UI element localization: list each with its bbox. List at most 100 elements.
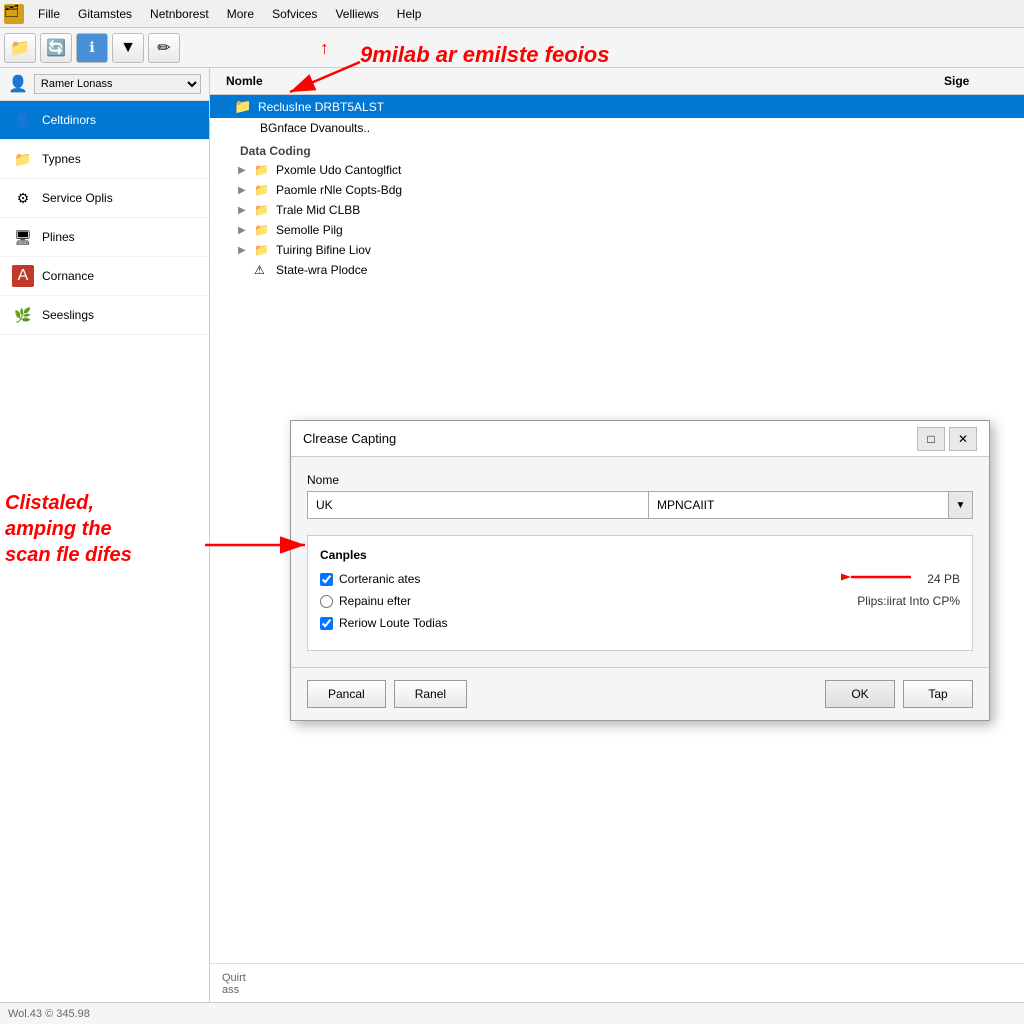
tree-item-1[interactable]: ▶ 📁 Paomle rNle Copts-Bdg bbox=[210, 180, 1024, 200]
seeslings-icon: 🌿 bbox=[12, 304, 34, 326]
menu-more[interactable]: More bbox=[219, 3, 262, 25]
tree-item-2[interactable]: ▶ 📁 Trale Mid CLBB bbox=[210, 200, 1024, 220]
canples-row-1: Repainu efter Plips:iirat Into CP% bbox=[320, 594, 960, 608]
canples-label-0[interactable]: Corteranic ates bbox=[320, 572, 907, 586]
menu-velliews[interactable]: Velliews bbox=[327, 3, 386, 25]
canples-checkbox-0[interactable] bbox=[320, 573, 333, 586]
canples-value-0: 24 PB bbox=[907, 572, 960, 586]
statusbar: Wol.43 © 345.98 bbox=[0, 1002, 1024, 1024]
dialog-footer-left: Pancal Ranel bbox=[307, 680, 467, 708]
sidebar-item-plines[interactable]: 🖥 Plines bbox=[0, 218, 209, 257]
dialog-maximize-btn[interactable]: □ bbox=[917, 427, 945, 451]
selected-file-name: ReclusIne DRBT5ALST bbox=[258, 100, 1016, 114]
tree-item-label-5: State-wra Plodce bbox=[276, 263, 367, 277]
sidebar-item-seeslings[interactable]: 🌿 Seeslings bbox=[0, 296, 209, 335]
tree-item-label-3: Semolle Pilg bbox=[276, 223, 343, 237]
tree-item-4[interactable]: ▶ 📁 Tuiring Bifine Liov bbox=[210, 240, 1024, 260]
ok-button[interactable]: OK bbox=[825, 680, 895, 708]
ranel-button[interactable]: Ranel bbox=[394, 680, 467, 708]
tree-item-label-1: Paomle rNle Copts-Bdg bbox=[276, 183, 402, 197]
sub-item-name: BGnface Dvanoults.. bbox=[260, 121, 370, 135]
service-icon: ⚙ bbox=[12, 187, 34, 209]
toolbar-btn-info[interactable]: ℹ bbox=[76, 33, 108, 63]
folder-icon: 📁 bbox=[234, 98, 252, 115]
expand-icon-0: ▶ bbox=[238, 165, 248, 176]
celtdinors-icon: 👤 bbox=[12, 109, 34, 131]
folder-icon-4: 📁 bbox=[254, 243, 270, 257]
menu-fille[interactable]: Fille bbox=[30, 3, 68, 25]
dialog-body: Nome ▼ Canples Corteranic ates bbox=[291, 457, 989, 667]
expand-icon-4: ▶ bbox=[238, 245, 248, 256]
statusbar-text: Wol.43 © 345.98 bbox=[8, 1008, 90, 1020]
file-item-sub[interactable]: BGnface Dvanoults.. bbox=[210, 118, 1024, 138]
canples-checkbox-2[interactable] bbox=[320, 617, 333, 630]
expand-icon-3: ▶ bbox=[238, 225, 248, 236]
sidebar-label-typnes: Typnes bbox=[42, 152, 81, 166]
sidebar-header: 👤 Ramer Lonass bbox=[0, 68, 209, 101]
canples-radio-1[interactable] bbox=[320, 595, 333, 608]
toolbar-btn-folder[interactable]: 📁 bbox=[4, 33, 36, 63]
nome-combo: ▼ bbox=[649, 491, 973, 519]
bottom-text2: ass bbox=[222, 984, 239, 996]
menu-gitamstes[interactable]: Gitamstes bbox=[70, 3, 140, 25]
tap-button[interactable]: Tap bbox=[903, 680, 973, 708]
sidebar-item-cornance[interactable]: A Cornance bbox=[0, 257, 209, 296]
warning-icon-5: ⚠ bbox=[254, 263, 270, 277]
tree-item-label-2: Trale Mid CLBB bbox=[276, 203, 360, 217]
canples-section: Canples Corteranic ates 24 PB bbox=[307, 535, 973, 651]
tree-item-0[interactable]: ▶ 📁 Pxomle Udo Cantoglfict bbox=[210, 160, 1024, 180]
section-label: Data Coding bbox=[210, 138, 1024, 160]
sidebar-label-celtdinors: Celtdinors bbox=[42, 113, 96, 127]
file-panel-header: Nomle Sige bbox=[210, 68, 1024, 95]
expand-icon-1: ▶ bbox=[238, 185, 248, 196]
sidebar-label-plines: Plines bbox=[42, 230, 75, 244]
canples-value-1: Plips:iirat Into CP% bbox=[837, 594, 960, 608]
dialog-titlebar: Clrease Capting □ ✕ bbox=[291, 421, 989, 457]
sidebar-label-service: Service Oplis bbox=[42, 191, 113, 205]
dialog-title: Clrease Capting bbox=[303, 431, 396, 446]
sidebar-dropdown[interactable]: Ramer Lonass bbox=[34, 74, 201, 94]
sidebar-item-celtdinors[interactable]: 👤 Celtdinors bbox=[0, 101, 209, 140]
file-item-selected[interactable]: ○ 📁 ReclusIne DRBT5ALST bbox=[210, 95, 1024, 118]
nome-input-left[interactable] bbox=[307, 491, 649, 519]
sidebar-label-cornance: Cornance bbox=[42, 269, 94, 283]
canples-label-2[interactable]: Reriow Loute Todias bbox=[320, 616, 960, 630]
tree-item-5[interactable]: ⚠ State-wra Plodce bbox=[210, 260, 1024, 280]
bottom-text1: Quirt bbox=[222, 972, 246, 984]
toolbar: 📁 🔄 ℹ ▼ ✏ ↑ bbox=[0, 28, 1024, 68]
canples-row-2: Reriow Loute Todias bbox=[320, 616, 960, 630]
canples-title: Canples bbox=[320, 548, 960, 562]
canples-label-1[interactable]: Repainu efter bbox=[320, 594, 837, 608]
bottom-panel: Quirt ass bbox=[210, 963, 1024, 1004]
nome-combo-input[interactable] bbox=[649, 491, 949, 519]
dialog-footer-right: OK Tap bbox=[825, 680, 973, 708]
toolbar-btn-pen[interactable]: ✏ bbox=[148, 33, 180, 63]
col-size: Sige bbox=[936, 72, 1016, 90]
tree-item-3[interactable]: ▶ 📁 Semolle Pilg bbox=[210, 220, 1024, 240]
folder-icon-2: 📁 bbox=[254, 203, 270, 217]
tree-item-label-4: Tuiring Bifine Liov bbox=[276, 243, 371, 257]
sidebar-item-typnes[interactable]: 📁 Typnes bbox=[0, 140, 209, 179]
menu-sofvices[interactable]: Sofvices bbox=[264, 3, 325, 25]
menu-netnborest[interactable]: Netnborest bbox=[142, 3, 217, 25]
nome-combo-arrow[interactable]: ▼ bbox=[949, 491, 973, 519]
dialog: Clrease Capting □ ✕ Nome ▼ Canples Corte… bbox=[290, 420, 990, 721]
folder-icon-3: 📁 bbox=[254, 223, 270, 237]
sidebar-item-service-oplis[interactable]: ⚙ Service Oplis bbox=[0, 179, 209, 218]
toolbar-btn-dropdown[interactable]: ▼ bbox=[112, 33, 144, 63]
app-icon: 🗂 bbox=[4, 4, 24, 24]
col-name: Nomle bbox=[218, 72, 936, 90]
nome-label: Nome bbox=[307, 473, 973, 487]
typnes-icon: 📁 bbox=[12, 148, 34, 170]
pancal-button[interactable]: Pancal bbox=[307, 680, 386, 708]
dialog-close-btn[interactable]: ✕ bbox=[949, 427, 977, 451]
sidebar-label-seeslings: Seeslings bbox=[42, 308, 94, 322]
tree-item-label-0: Pxomle Udo Cantoglfict bbox=[276, 163, 401, 177]
sidebar: 👤 Ramer Lonass 👤 Celtdinors 📁 Typnes ⚙ S… bbox=[0, 68, 210, 1024]
menu-help[interactable]: Help bbox=[389, 3, 430, 25]
nome-row: ▼ bbox=[307, 491, 973, 519]
canples-row-0: Corteranic ates 24 PB bbox=[320, 572, 960, 586]
expand-icon: ○ bbox=[218, 101, 228, 112]
toolbar-btn-refresh[interactable]: 🔄 bbox=[40, 33, 72, 63]
expand-icon-2: ▶ bbox=[238, 205, 248, 216]
